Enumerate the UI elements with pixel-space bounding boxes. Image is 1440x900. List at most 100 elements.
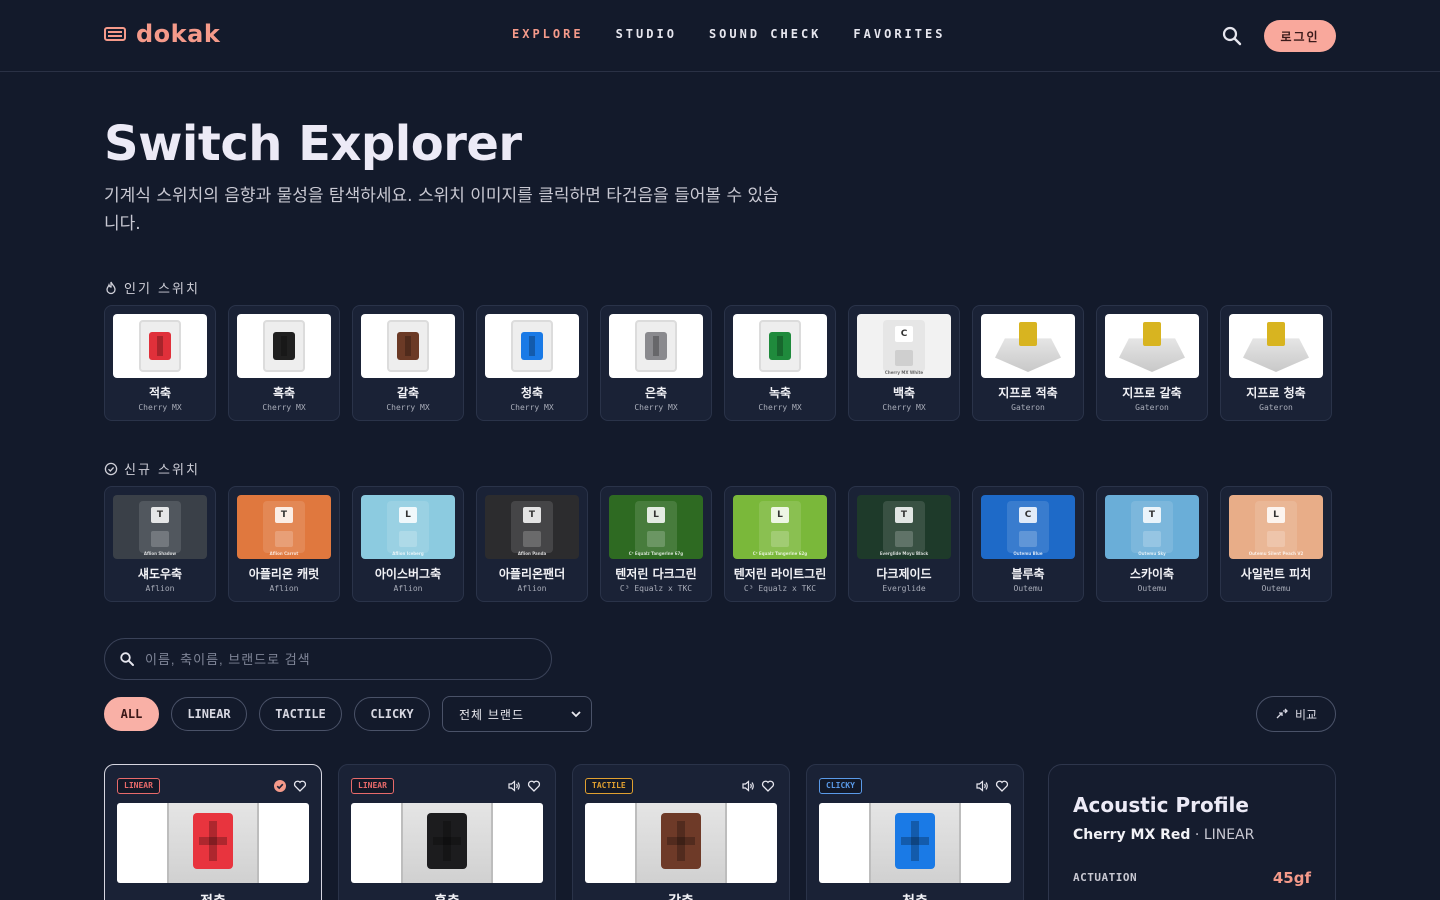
popular-switch-card[interactable]: 청축 Cherry MX [476,305,588,421]
switch-stem [1019,531,1037,547]
switch-stem [523,531,541,547]
popular-switch-card[interactable]: 지프로 청축 Gateron [1220,305,1332,421]
new-switch-card[interactable]: T Aflion Carrot 아플리온 캐럿 Aflion [228,486,340,602]
switch-stem [1267,322,1285,346]
switch-image-label: Aflion Shadow [143,551,177,556]
product-card[interactable]: LINEAR 적축 [104,764,322,900]
login-button[interactable]: 로그인 [1264,20,1336,52]
stem-cross [667,837,695,845]
switch-name: 아플리온 캐럿 [248,567,320,581]
new-switch-card[interactable]: L C³ Equalz Tangerine 67g 텐저린 다크그린 C³ Equal… [600,486,712,602]
stem-cross [901,837,929,845]
nav-studio[interactable]: STUDIO [616,27,677,41]
card-actions [975,779,1009,793]
filter-clicky[interactable]: CLICKY [354,697,430,731]
stem-cross [529,336,535,356]
popular-switch-card[interactable]: 지프로 적축 Gateron [972,305,1084,421]
heart-icon[interactable] [527,779,541,793]
popular-switch-card[interactable]: 녹축 Cherry MX [724,305,836,421]
filter-linear[interactable]: LINEAR [171,697,247,731]
card-actions [741,779,775,793]
switch-image-label: Cherry MX White [884,370,924,375]
speaker-icon[interactable] [975,779,989,793]
switch-image: T Outemu Sky [1105,495,1199,559]
switch-image-label: Outemu Silent Peach V2 [1248,551,1304,556]
stem-cross [653,336,659,356]
product-card[interactable]: LINEAR 흑축 [338,764,556,900]
product-name: 흑축 [339,891,555,900]
switch-brand: Gateron [1011,403,1045,412]
switch-image: L Outemu Silent Peach V2 [1229,495,1323,559]
type-badge: C [895,326,913,342]
logo[interactable]: dokak [104,20,220,48]
search-icon [120,652,134,666]
switch-image: L Aflion Iceberg [361,495,455,559]
new-switch-card[interactable]: L Aflion Iceberg 아이스버그축 Aflion [352,486,464,602]
search-input[interactable] [145,644,525,674]
new-switch-card[interactable]: T Everglide Moyu Black 다크제이드 Everglide [848,486,960,602]
product-image [585,803,777,883]
speaker-icon[interactable] [741,779,755,793]
product-card[interactable]: CLICKY 청축 [806,764,1024,900]
main-nav: EXPLORE STUDIO SOUND CHECK FAVORITES [512,27,945,41]
switch-stem [1019,322,1037,346]
switch-brand: Aflion [517,584,547,593]
filter-tactile[interactable]: TACTILE [259,697,342,731]
heart-icon[interactable] [293,779,307,793]
switch-image: T Everglide Moyu Black [857,495,951,559]
switch-image [733,314,827,378]
type-badge: L [399,507,417,523]
search-icon[interactable] [1220,24,1244,48]
new-switch-card[interactable]: C Outemu Blue 블루축 Outemu [972,486,1084,602]
popular-switch-card[interactable]: 적축 Cherry MX [104,305,216,421]
speaker-icon[interactable] [507,779,521,793]
search-field[interactable] [104,638,552,680]
switch-stem [895,350,913,366]
new-switch-card[interactable]: L C³ Equalz Tangerine 62g 텐저린 라이트그린 C³ Equa… [724,486,836,602]
switch-name: 아플리온팬더 [498,567,566,581]
switch-image: L C³ Equalz Tangerine 67g [609,495,703,559]
new-switch-card[interactable]: T Aflion Shadow 섀도우축 Aflion [104,486,216,602]
new-switch-row: T Aflion Shadow 섀도우축 Aflion T Aflion Carrot 아플… [104,486,1336,604]
popular-switch-card[interactable]: 흑축 Cherry MX [228,305,340,421]
product-card[interactable]: TACTILE 갈축 [572,764,790,900]
profile-switch-type: LINEAR [1203,827,1255,843]
product-image [351,803,543,883]
page-description: 기계식 스위치의 음향과 물성을 탐색하세요. 스위치 이미지를 클릭하면 타건… [104,186,779,234]
switch-stem [275,531,293,547]
new-switch-card[interactable]: T Outemu Sky 스카이축 Outemu [1096,486,1208,602]
stem-cross [433,837,461,845]
nav-sound-check[interactable]: SOUND CHECK [709,27,821,41]
popular-switch-card[interactable]: 지프로 갈축 Gateron [1096,305,1208,421]
new-switch-card[interactable]: T Aflion Panda 아플리온팬더 Aflion [476,486,588,602]
product-image [117,803,309,883]
type-tag: LINEAR [351,778,394,794]
switch-brand: Cherry MX [510,403,554,412]
switch-image: T Aflion Panda [485,495,579,559]
switch-image-label: Everglide Moyu Black [879,551,929,556]
nav-explore[interactable]: EXPLORE [512,27,584,41]
popular-switch-card[interactable]: 갈축 Cherry MX [352,305,464,421]
new-switch-card[interactable]: L Outemu Silent Peach V2 사일런트 피치 Outemu [1220,486,1332,602]
product-name: 갈축 [573,891,789,900]
switch-name: 텐저린 라이트그린 [733,567,827,581]
heart-icon[interactable] [995,779,1009,793]
type-badge: T [523,507,541,523]
switch-image [1229,314,1323,378]
brand-select[interactable]: 전체 브랜드 [442,696,592,732]
switch-brand: Gateron [1135,403,1169,412]
card-actions [273,779,307,793]
profile-subtitle: Cherry MX Red · LINEAR [1073,827,1255,843]
nav-favorites[interactable]: FAVORITES [853,27,945,41]
heart-icon[interactable] [761,779,775,793]
switch-image-label: Aflion Panda [517,551,547,556]
switch-image-label: Outemu Blue [1013,551,1043,556]
filter-all[interactable]: ALL [104,697,159,731]
switch-name: 텐저린 다크그린 [615,567,697,581]
popular-switch-card[interactable]: 은축 Cherry MX [600,305,712,421]
check-circle-icon[interactable] [273,779,287,793]
switch-name: 적축 [148,386,172,400]
compare-button[interactable]: 비교 [1256,696,1336,732]
popular-switch-card[interactable]: C Cherry MX White 백축 Cherry MX [848,305,960,421]
logo-text: dokak [136,20,221,48]
